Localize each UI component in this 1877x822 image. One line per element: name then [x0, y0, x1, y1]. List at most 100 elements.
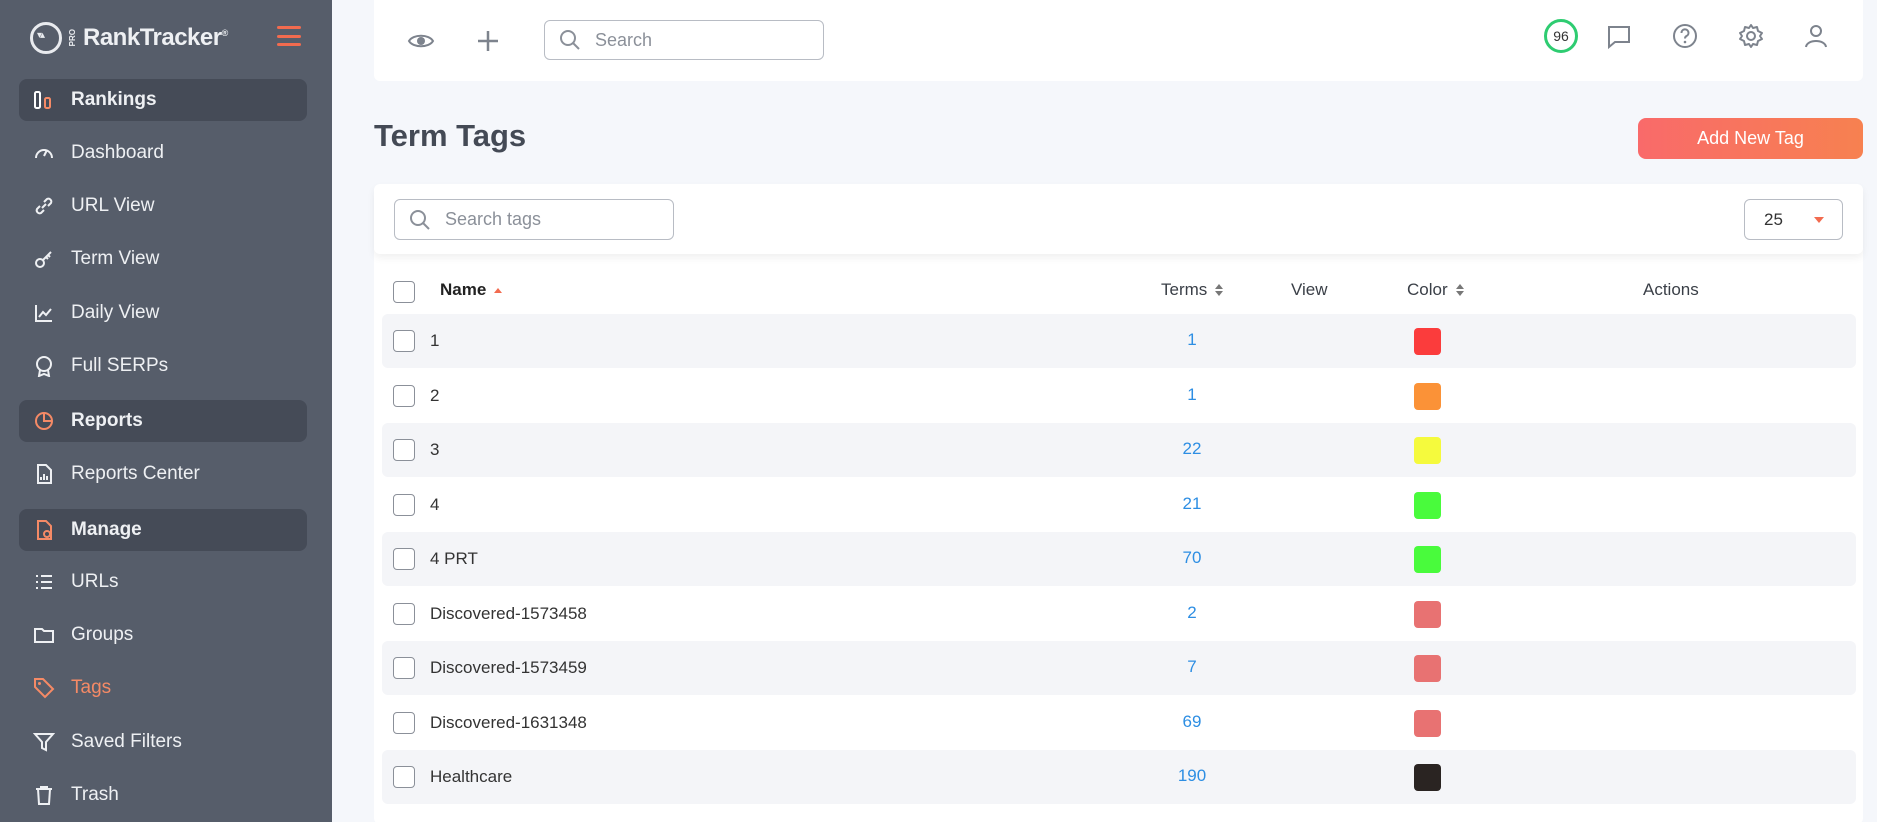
search-icon	[410, 209, 430, 230]
score-badge[interactable]: 96	[1544, 19, 1578, 53]
search-icon	[560, 30, 580, 50]
table-toolbar: 25	[374, 184, 1863, 254]
table-row: 21	[382, 369, 1856, 423]
row-checkbox[interactable]	[393, 548, 415, 570]
tag-name: 4	[430, 494, 440, 514]
tag-color-swatch[interactable]	[1414, 600, 1441, 628]
tag-color-swatch[interactable]	[1414, 764, 1441, 791]
sidebar-item-label: Saved Filters	[71, 731, 182, 752]
tag-terms-count[interactable]: 190	[1142, 766, 1242, 786]
row-checkbox[interactable]	[393, 330, 415, 352]
logo-text: RankTracker®	[83, 24, 228, 51]
select-all-checkbox[interactable]	[393, 281, 415, 303]
pie-chart-icon	[33, 410, 55, 432]
sidebar-item-full-serps[interactable]: Full SERPs	[19, 345, 307, 387]
column-view: View	[1291, 280, 1328, 299]
chat-icon[interactable]	[1602, 20, 1636, 54]
tag-terms-count[interactable]: 22	[1142, 439, 1242, 459]
column-color[interactable]: Color	[1407, 280, 1464, 300]
sidebar-item-reports[interactable]: Reports	[19, 400, 307, 442]
tag-search-input[interactable]	[445, 209, 665, 230]
tag-terms-count[interactable]: 70	[1142, 548, 1242, 568]
sidebar-item-term-view[interactable]: Term View	[19, 238, 307, 280]
per-page-select[interactable]: 25	[1744, 199, 1843, 240]
sidebar-item-urls[interactable]: URLs	[19, 561, 307, 603]
sidebar-item-manage[interactable]: Manage	[19, 509, 307, 551]
table-row: Discovered-1631348 69	[382, 696, 1856, 750]
tag-terms-count[interactable]: 69	[1142, 712, 1242, 732]
per-page-value: 25	[1764, 209, 1783, 229]
row-checkbox[interactable]	[393, 766, 415, 788]
user-icon[interactable]	[1799, 19, 1833, 53]
sort-asc-icon	[494, 287, 503, 293]
row-checkbox[interactable]	[393, 493, 415, 516]
sidebar-item-label: Reports	[71, 410, 143, 431]
tag-terms-count[interactable]: 1	[1142, 330, 1242, 350]
plus-icon[interactable]	[471, 24, 505, 58]
caret-down-icon	[1814, 217, 1824, 223]
search-input[interactable]	[595, 29, 815, 51]
badge-icon	[33, 355, 55, 377]
column-terms[interactable]: Terms	[1161, 280, 1224, 300]
tag-name: Discovered-1573459	[430, 658, 587, 677]
dashboard-icon	[33, 142, 55, 164]
logo-pro: PRO	[68, 29, 77, 47]
tag-color-swatch[interactable]	[1414, 709, 1441, 737]
logo-mark-icon	[30, 22, 62, 54]
tag-name: Discovered-1573458	[430, 603, 587, 623]
tag-color-swatch[interactable]	[1414, 491, 1441, 519]
tag-color-swatch[interactable]	[1414, 382, 1441, 410]
sidebar-item-label: Term View	[71, 248, 160, 269]
tag-color-swatch[interactable]	[1414, 546, 1441, 573]
sidebar-item-rankings[interactable]: Rankings	[19, 79, 307, 121]
sidebar-item-dashboard[interactable]: Dashboard	[19, 132, 307, 174]
row-checkbox[interactable]	[393, 657, 415, 679]
sidebar-item-label: Full SERPs	[71, 355, 169, 376]
trash-icon	[33, 784, 55, 806]
folder-icon	[33, 624, 55, 646]
filter-icon	[33, 731, 55, 753]
sidebar-item-saved-filters[interactable]: Saved Filters	[19, 721, 307, 763]
sidebar-item-trash[interactable]: Trash	[19, 774, 307, 816]
add-new-tag-button[interactable]: Add New Tag	[1638, 118, 1863, 159]
gear-icon[interactable]	[1734, 19, 1768, 53]
tag-color-swatch[interactable]	[1414, 437, 1441, 464]
tag-name: 1	[430, 331, 440, 350]
help-icon[interactable]	[1668, 19, 1702, 53]
sidebar-item-label: Rankings	[71, 89, 157, 110]
hamburger-menu-icon[interactable]	[277, 26, 301, 46]
sidebar-item-label: URLs	[71, 571, 119, 592]
sidebar-item-label: Daily View	[71, 302, 160, 323]
table-header: Name Terms View Color Actions	[382, 272, 1856, 312]
sidebar-item-reports-center[interactable]: Reports Center	[19, 453, 307, 495]
tag-color-swatch[interactable]	[1414, 328, 1441, 355]
sidebar-item-label: Reports Center	[71, 463, 200, 484]
sidebar-item-label: Dashboard	[71, 142, 164, 163]
tag-name: 4 PRT	[430, 549, 478, 568]
eye-icon[interactable]	[404, 24, 438, 58]
link-icon	[33, 195, 55, 217]
tag-color-swatch[interactable]	[1414, 655, 1441, 682]
tags-table-card: 25 Name Terms View Color Actions 1121322…	[374, 184, 1863, 822]
sidebar-item-tags[interactable]: Tags	[19, 667, 307, 709]
column-name[interactable]: Name	[440, 280, 503, 300]
tag-search	[394, 199, 674, 240]
tag-terms-count[interactable]: 7	[1142, 657, 1242, 677]
top-bar: 96	[374, 0, 1863, 81]
row-checkbox[interactable]	[393, 711, 415, 734]
tag-name: Discovered-1631348	[430, 712, 587, 732]
tag-terms-count[interactable]: 2	[1142, 603, 1242, 623]
sidebar-item-daily-view[interactable]: Daily View	[19, 292, 307, 334]
logo[interactable]: PRO RankTracker®	[30, 20, 228, 56]
sidebar-item-groups[interactable]: Groups	[19, 614, 307, 656]
row-checkbox[interactable]	[393, 439, 415, 461]
tag-icon	[33, 677, 55, 699]
tag-terms-count[interactable]: 1	[1142, 385, 1242, 405]
tag-terms-count[interactable]: 21	[1142, 494, 1242, 514]
sidebar-item-url-view[interactable]: URL View	[19, 185, 307, 227]
row-checkbox[interactable]	[393, 384, 415, 407]
row-checkbox[interactable]	[393, 602, 415, 625]
sidebar-item-label: Groups	[71, 624, 134, 645]
table-row: Discovered-1573458 2	[382, 587, 1856, 641]
report-file-icon	[33, 463, 55, 485]
